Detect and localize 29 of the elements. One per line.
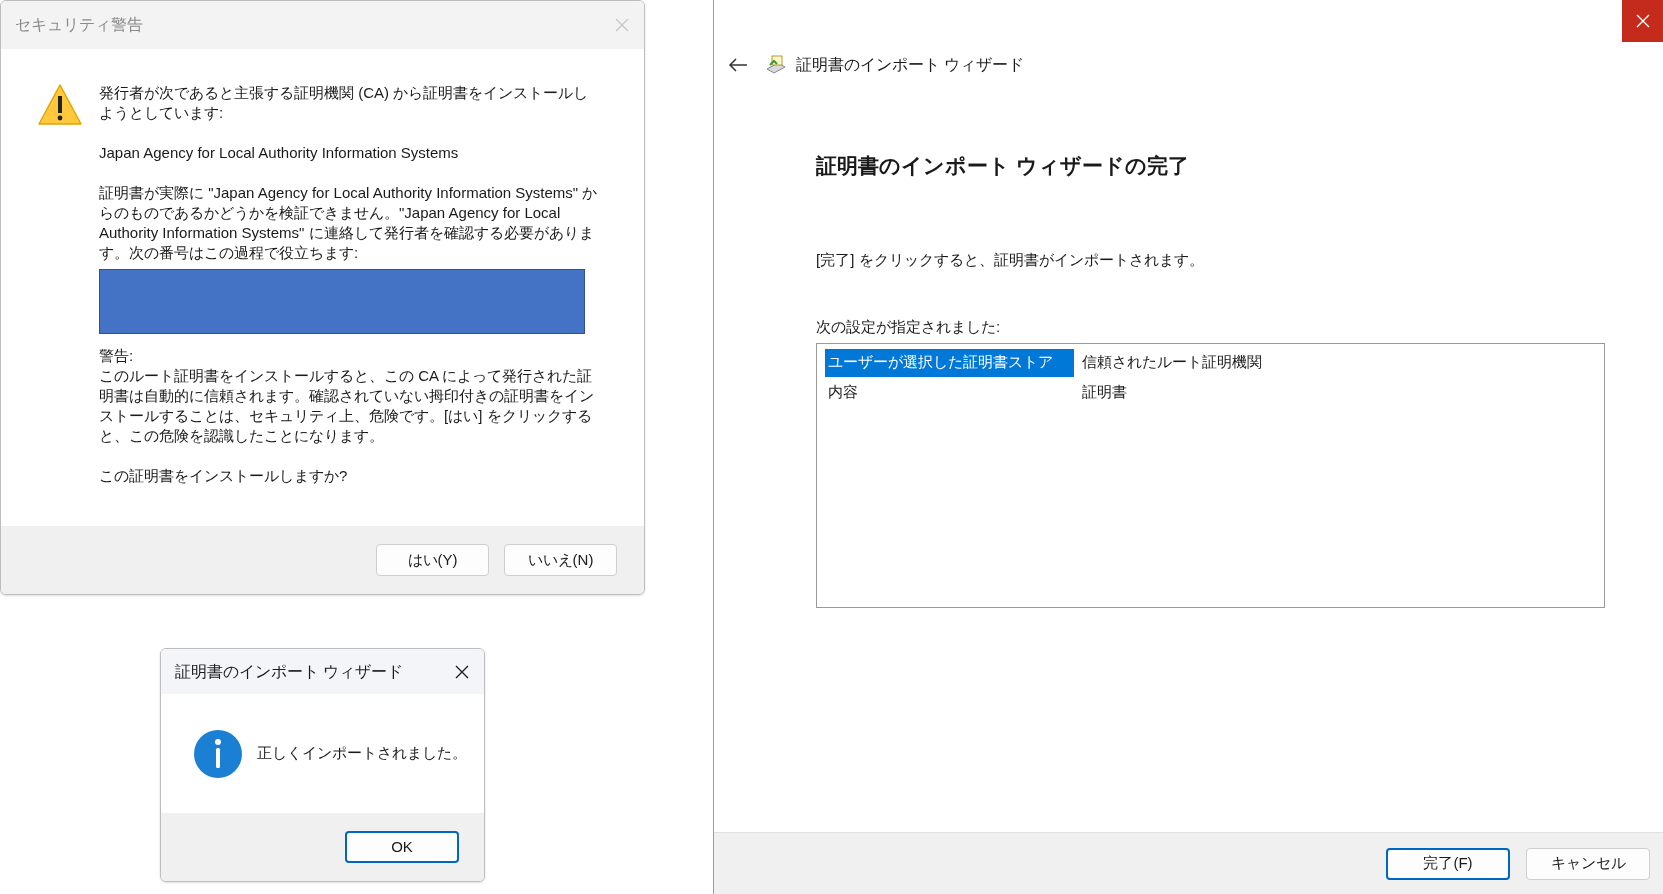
close-icon	[1634, 13, 1651, 29]
close-icon[interactable]	[454, 663, 470, 680]
list-item-value: 証明書	[1081, 382, 1127, 403]
window-title: 証明書のインポート ウィザード	[796, 55, 1025, 75]
message-text: 証明書が実際に "Japan Agency for Local Authority Information Systems" からのものであるかどうかを検証できません。"Japan Agency for Local Authority Information Systems" に連絡して発行者を確認する必要があります。次の番号はこの過程で役立ちます:	[99, 183, 599, 263]
info-icon	[193, 728, 243, 779]
window-title: セキュリティ警告	[15, 15, 143, 35]
settings-list[interactable]: ユーザーが選択した証明書ストア 信頼されたルート証明機関 内容 証明書	[816, 342, 1605, 608]
dialog-button[interactable]: 完了(F)	[1386, 847, 1510, 880]
dialog-button[interactable]: キャンセル	[1526, 847, 1650, 880]
message-text: 発行者が次であると主張する証明機関 (CA) から証明書をインストールしようとしています:	[99, 83, 590, 123]
wizard-heading: 証明書のインポート ウィザードの完了	[816, 153, 1190, 179]
question-text: この証明書をインストールしますか?	[99, 466, 349, 486]
back-arrow-icon	[728, 57, 748, 73]
back-button[interactable]	[728, 57, 748, 73]
message-text: Japan Agency for Local Authority Information Systems	[99, 143, 460, 163]
dialog-button[interactable]: はい(Y)	[376, 544, 489, 576]
dialog-button[interactable]: OK	[345, 831, 459, 863]
list-item-value: 信頼されたルート証明機関	[1081, 352, 1262, 373]
list-item[interactable]: 内容	[825, 378, 1074, 407]
instruction-text: [完了] をクリックすると、証明書がインポートされます。	[816, 249, 1205, 270]
warning-heading: 警告:	[99, 346, 135, 366]
window-title: 証明書のインポート ウィザード	[175, 661, 404, 682]
settings-label: 次の設定が指定されました:	[816, 317, 1002, 337]
list-item[interactable]: ユーザーが選択した証明書ストア	[825, 348, 1074, 377]
warning-text: このルート証明書をインストールすると、この CA によって発行された証明書は自動的に信頼されます。確認されていない拇印付きの証明書をインストールすることは、セキュリティ上、危険です。[はい] をクリックすると、この危険を認識したことになります。	[99, 366, 595, 446]
dialog-button[interactable]: いいえ(N)	[504, 544, 617, 576]
message-text: 正しくインポートされました。	[257, 743, 467, 764]
warning-icon	[37, 83, 83, 127]
